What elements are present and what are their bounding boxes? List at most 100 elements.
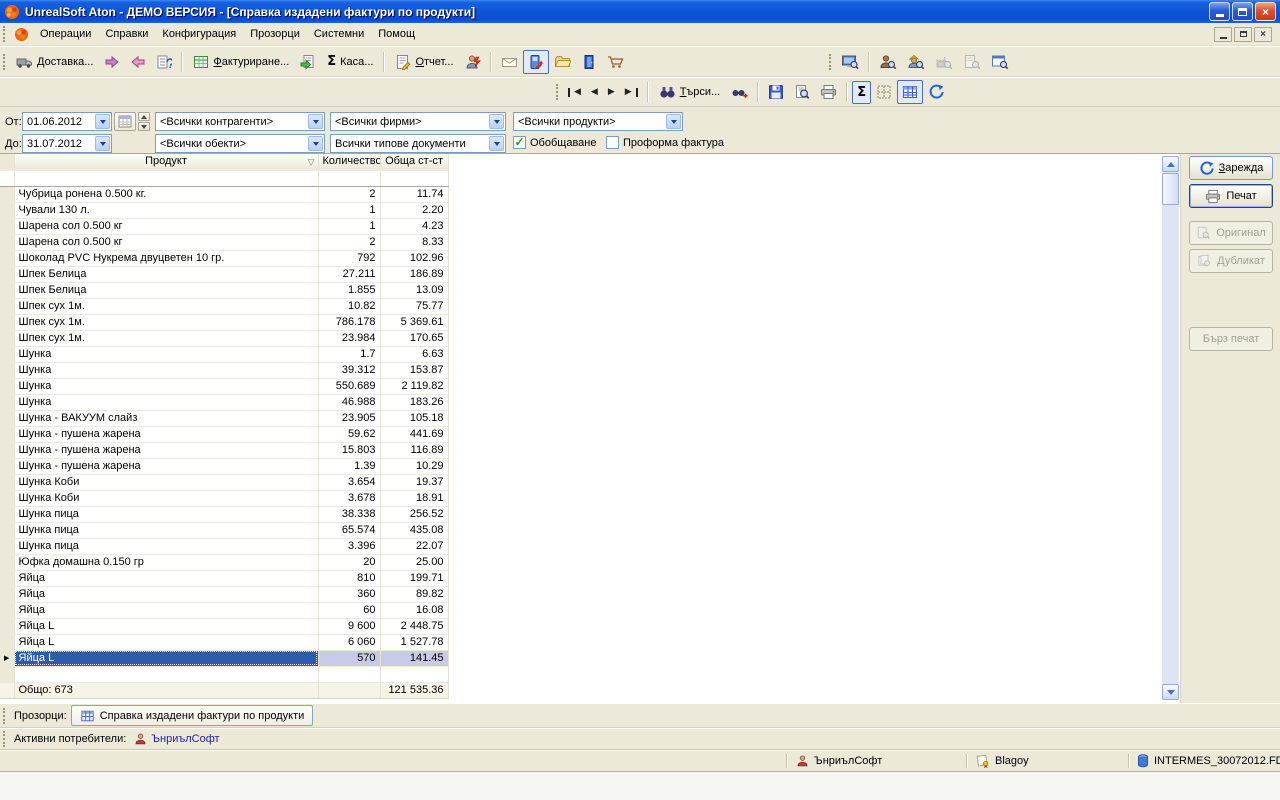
date-spinner[interactable] (138, 112, 150, 131)
print-button[interactable]: Печат (1189, 184, 1273, 208)
table-row[interactable]: Шпек Белица27.211186.89 (0, 266, 448, 282)
table-row[interactable]: Яйца L9 6002 448.75 (0, 618, 448, 634)
objects-combo[interactable]: <Всички обекти> (155, 134, 325, 153)
table-row[interactable]: Яйца810199.71 (0, 570, 448, 586)
table-row[interactable]: Чували 130 л.12.20 (0, 202, 448, 218)
table-row[interactable]: Шунка пица3.39622.07 (0, 538, 448, 554)
quick-print-button[interactable]: Бърз печат (1189, 327, 1273, 351)
to-date-field[interactable]: 31.07.2012 (22, 134, 112, 153)
table-row[interactable]: Шоколад PVC Нукрема двуцветен 10 гр.7921… (0, 250, 448, 266)
proforma-checkbox[interactable]: Проформа фактура (606, 136, 724, 149)
restore-button[interactable] (1232, 2, 1253, 21)
table-row[interactable]: Шунка39.312153.87 (0, 362, 448, 378)
table-row[interactable]: Шарена сол 0.500 кг28.33 (0, 234, 448, 250)
filter-cell[interactable] (318, 170, 380, 186)
search-add-button[interactable] (726, 81, 753, 104)
scroll-down-button[interactable] (1162, 684, 1179, 700)
active-user-item[interactable]: ЪнриълСофт (134, 732, 219, 746)
table-row[interactable]: Чубрица ронена 0.500 кг.211.74 (0, 186, 448, 202)
mdi-minimize-button[interactable] (1214, 27, 1232, 42)
duplicate-button[interactable]: Дубликат (1189, 249, 1273, 273)
filter-cell[interactable] (14, 170, 318, 186)
table-row[interactable]: Шпек сух 1м.786.1785 369.61 (0, 314, 448, 330)
mdi-close-button[interactable]: × (1254, 27, 1272, 42)
from-date-field[interactable]: 01.06.2012 (22, 112, 112, 131)
menu-reports[interactable]: Справки (98, 25, 155, 43)
table-row[interactable]: Шунка - пушена жарена1.3910.29 (0, 458, 448, 474)
table-row[interactable]: Шарена сол 0.500 кг14.23 (0, 218, 448, 234)
numbered-list-button[interactable] (151, 50, 177, 74)
table-row[interactable]: Шунка Коби3.65419.37 (0, 474, 448, 490)
table-row[interactable]: Шпек сух 1м.10.8275.77 (0, 298, 448, 314)
table-row[interactable]: Шунка пица65.574435.08 (0, 522, 448, 538)
forward-arrow-button[interactable] (99, 50, 125, 74)
spinner-up-icon[interactable] (138, 112, 150, 121)
print-grid-button[interactable] (815, 80, 842, 104)
table-row[interactable]: Шунка1.76.63 (0, 346, 448, 362)
previous-record-button[interactable]: ◀ (586, 84, 603, 101)
table-filter-row[interactable] (0, 170, 448, 186)
cash-button[interactable]: Σ Каса... (321, 50, 379, 73)
column-header-total[interactable]: Обща ст-ст (380, 154, 448, 170)
companies-combo[interactable]: <Всички фирми> (330, 112, 506, 131)
load-button[interactable]: Зарежда (1189, 156, 1273, 180)
table-row[interactable]: ▶Яйца L570141.45 (0, 650, 448, 666)
column-header-quantity[interactable]: Количество (318, 154, 380, 170)
table-row[interactable]: Яйца6016.08 (0, 602, 448, 618)
envelope-button[interactable] (496, 50, 523, 74)
products-combo[interactable]: <Всички продукти> (513, 112, 683, 131)
table-row[interactable]: Шунка пица38.338256.52 (0, 506, 448, 522)
import-document-button[interactable] (295, 50, 321, 74)
view-monitor-button[interactable] (836, 50, 864, 74)
menu-configuration[interactable]: Конфигурация (155, 25, 243, 43)
table-row[interactable]: Шунка - пушена жарена15.803116.89 (0, 442, 448, 458)
table-row[interactable]: Шунка - пушена жарена59.62441.69 (0, 426, 448, 442)
user-activity-button[interactable] (460, 50, 486, 74)
folder-button[interactable] (549, 50, 576, 74)
next-record-button[interactable]: ▶ (603, 84, 620, 101)
table-row[interactable]: Юфка домашна 0.150 гр2025.00 (0, 554, 448, 570)
scrollbar-thumb[interactable] (1162, 173, 1179, 205)
contractors-combo[interactable]: <Всички контрагенти> (155, 112, 325, 131)
close-button[interactable]: × (1255, 2, 1276, 21)
menu-help[interactable]: Помощ (371, 25, 422, 43)
doc-types-combo[interactable]: Всички типове документи (330, 134, 506, 153)
preview-button[interactable] (789, 80, 815, 104)
original-button[interactable]: Оригинал (1189, 221, 1273, 245)
summary-toggle-button[interactable]: Σ (852, 81, 871, 104)
menu-windows[interactable]: Прозорци (243, 25, 307, 43)
toolbar-grip[interactable] (3, 731, 6, 747)
table-view-button[interactable] (897, 80, 923, 104)
table-row[interactable]: Шунка46.988183.26 (0, 394, 448, 410)
toolbar-grip[interactable] (829, 54, 832, 70)
menu-system[interactable]: Системни (307, 25, 371, 43)
vertical-scrollbar[interactable] (1162, 156, 1179, 700)
table-row[interactable]: Шунка550.6892 119.82 (0, 378, 448, 394)
filter-funnel-icon[interactable]: ▽ (308, 156, 315, 170)
scroll-up-button[interactable] (1162, 156, 1179, 172)
table-row[interactable]: Шпек Белица1.85513.09 (0, 282, 448, 298)
first-record-button[interactable]: ◀ (563, 84, 586, 101)
menu-operations[interactable]: Операции (33, 25, 98, 43)
toolbar-grip[interactable] (3, 708, 6, 724)
mdi-restore-button[interactable] (1234, 27, 1252, 42)
toolbar-grip[interactable] (3, 26, 6, 42)
search-document-button[interactable] (958, 50, 986, 74)
column-header-product[interactable]: Продукт▽ (14, 154, 318, 170)
summary-checkbox[interactable]: ✓ Обобщаване (513, 136, 596, 149)
search-button[interactable]: Търси... (653, 81, 727, 104)
filter-cell[interactable] (380, 170, 448, 186)
toolbar-grip[interactable] (556, 84, 559, 100)
last-record-button[interactable]: ▶ (620, 84, 643, 101)
grid-lines-button[interactable] (871, 80, 897, 104)
table-row[interactable]: Шпек сух 1м.23.984170.65 (0, 330, 448, 346)
table-row[interactable]: Яйца36089.82 (0, 586, 448, 602)
invoicing-button[interactable]: Фактуриране... (187, 50, 295, 74)
minimize-button[interactable] (1209, 2, 1230, 21)
report-button[interactable]: Отчет... (389, 50, 459, 74)
table-row[interactable]: Шунка Коби3.67818.91 (0, 490, 448, 506)
refresh-button[interactable] (923, 80, 949, 104)
export-data-button[interactable] (523, 50, 549, 74)
save-button[interactable] (763, 80, 789, 104)
search-contractor-button[interactable] (874, 50, 902, 74)
